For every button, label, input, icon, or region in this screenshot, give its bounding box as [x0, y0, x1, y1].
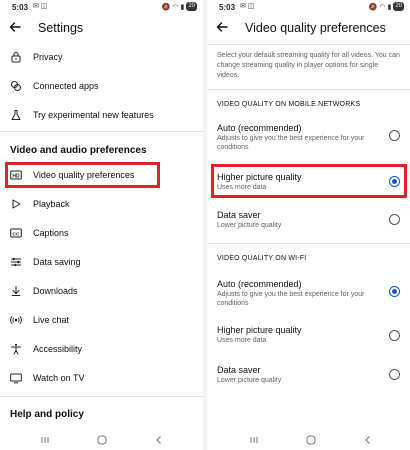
option-title: Data saver	[217, 365, 261, 375]
battery-icon: 20	[186, 2, 197, 11]
android-nav-bar	[0, 430, 203, 450]
settings-item-watch-on-tv[interactable]: Watch on TV	[0, 368, 203, 390]
settings-item-captions[interactable]: CC Captions	[0, 223, 203, 245]
wifi-option-data-saver[interactable]: Data saver Lower picture quality	[207, 365, 410, 395]
settings-item-privacy[interactable]: Privacy	[0, 47, 203, 69]
android-nav-bar	[207, 430, 410, 450]
signal-icon: ▮	[387, 3, 392, 11]
highlight-box	[5, 162, 160, 188]
settings-item-live-chat[interactable]: Live chat	[0, 310, 203, 332]
settings-item-experimental[interactable]: Try experimental new features	[0, 105, 203, 127]
settings-screen: 5:03 ✉ ◫ 🔕 ◠ ▮ 20 Settings Privacy Conne…	[0, 0, 203, 450]
settings-item-label: Downloads	[33, 286, 78, 296]
settings-item-data-saving[interactable]: Data saving	[0, 252, 203, 274]
header-divider	[207, 44, 410, 45]
settings-item-label: Watch on TV	[33, 373, 85, 383]
signal-icon: ▮	[180, 3, 185, 11]
option-title: Auto (recommended)	[217, 279, 302, 289]
section-divider	[207, 89, 410, 90]
lock-icon	[11, 52, 21, 63]
radio-button[interactable]	[389, 369, 400, 380]
mute-icon: 🔕	[368, 3, 378, 11]
accessibility-icon	[11, 343, 21, 355]
system-icons: 🔕 ◠ ▮ 20	[369, 2, 404, 11]
recent-apps-icon[interactable]	[39, 434, 51, 446]
cc-icon: CC	[10, 228, 22, 238]
settings-item-label: Try experimental new features	[33, 110, 154, 120]
option-title: Higher picture quality	[217, 325, 302, 335]
radio-button-selected[interactable]	[389, 286, 400, 297]
settings-item-label: Accessibility	[33, 344, 83, 354]
section-divider	[0, 396, 203, 397]
screenshot-frame: 5:03 ✉ ◫ 🔕 ◠ ▮ 20 Settings Privacy Conne…	[0, 0, 410, 450]
option-description: Adjusts to give you the best experience …	[217, 291, 365, 307]
status-time: 5:03	[219, 3, 236, 12]
wifi-icon: ◠	[172, 3, 179, 11]
radio-button[interactable]	[389, 214, 400, 225]
option-description: Lower picture quality	[217, 377, 282, 384]
status-time: 5:03	[12, 3, 29, 12]
video-quality-screen: 5:03 ✉ ◫ 🔕 ◠ ▮ 20 Video quality preferen…	[207, 0, 410, 450]
wifi-heading: VIDEO QUALITY ON WI-FI	[217, 255, 307, 262]
section-divider	[207, 243, 410, 244]
nav-back-icon[interactable]	[153, 434, 165, 446]
status-bar: 5:03 ✉ ◫ 🔕 ◠ ▮ 20	[0, 0, 203, 16]
option-description: Lower picture quality	[217, 222, 282, 229]
mobile-option-auto[interactable]: Auto (recommended) Adjusts to give you t…	[207, 123, 410, 153]
notification-icons: ✉ ◫	[33, 3, 48, 10]
back-arrow-icon[interactable]	[215, 20, 229, 34]
home-icon[interactable]	[305, 434, 317, 446]
mute-icon: 🔕	[161, 3, 171, 11]
system-icons: 🔕 ◠ ▮ 20	[162, 2, 197, 11]
link-icon	[11, 81, 21, 91]
option-title: Data saver	[217, 210, 261, 220]
option-description: Adjusts to give you the best experience …	[217, 135, 365, 151]
settings-item-label: Data saving	[33, 257, 81, 267]
video-quality-header: Video quality preferences	[207, 16, 410, 42]
settings-item-label: Playback	[33, 199, 70, 209]
play-icon	[12, 199, 21, 209]
radio-button[interactable]	[389, 130, 400, 141]
battery-icon: 20	[393, 2, 404, 11]
settings-item-playback[interactable]: Playback	[0, 194, 203, 216]
settings-item-label: Privacy	[33, 52, 63, 62]
settings-item-label: Captions	[33, 228, 69, 238]
back-arrow-icon[interactable]	[8, 20, 22, 34]
mobile-option-data-saver[interactable]: Data saver Lower picture quality	[207, 210, 410, 240]
home-icon[interactable]	[96, 434, 108, 446]
recent-apps-icon[interactable]	[248, 434, 260, 446]
page-title: Video quality preferences	[245, 21, 386, 35]
svg-text:CC: CC	[13, 231, 20, 237]
wifi-option-auto[interactable]: Auto (recommended) Adjusts to give you t…	[207, 279, 410, 309]
option-description: Uses more data	[217, 337, 267, 344]
settings-item-label: Live chat	[33, 315, 70, 325]
settings-header: Settings	[0, 16, 203, 42]
wifi-icon: ◠	[379, 3, 386, 11]
mobile-networks-heading: VIDEO QUALITY ON MOBILE NETWORKS	[217, 101, 361, 108]
settings-item-label: Connected apps	[33, 81, 99, 91]
notification-icons: ✉ ◫	[240, 3, 255, 10]
wifi-option-higher[interactable]: Higher picture quality Uses more data	[207, 325, 410, 355]
nav-back-icon[interactable]	[362, 434, 374, 446]
section-divider	[0, 131, 203, 132]
intro-text: Select your default streaming quality fo…	[217, 52, 400, 79]
section-heading-help: Help and policy	[10, 409, 84, 420]
page-title: Settings	[38, 21, 84, 35]
live-icon	[10, 315, 22, 325]
tv-icon	[10, 373, 22, 384]
section-heading-video-audio: Video and audio preferences	[10, 145, 147, 156]
sliders-icon	[11, 257, 21, 267]
flask-icon	[11, 110, 21, 120]
option-title: Auto (recommended)	[217, 123, 302, 133]
settings-item-connected-apps[interactable]: Connected apps	[0, 76, 203, 98]
download-icon	[11, 286, 21, 296]
status-bar: 5:03 ✉ ◫ 🔕 ◠ ▮ 20	[207, 0, 410, 16]
settings-item-accessibility[interactable]: Accessibility	[0, 339, 203, 361]
highlight-box	[211, 164, 407, 198]
settings-item-downloads[interactable]: Downloads	[0, 281, 203, 303]
radio-button[interactable]	[389, 330, 400, 341]
